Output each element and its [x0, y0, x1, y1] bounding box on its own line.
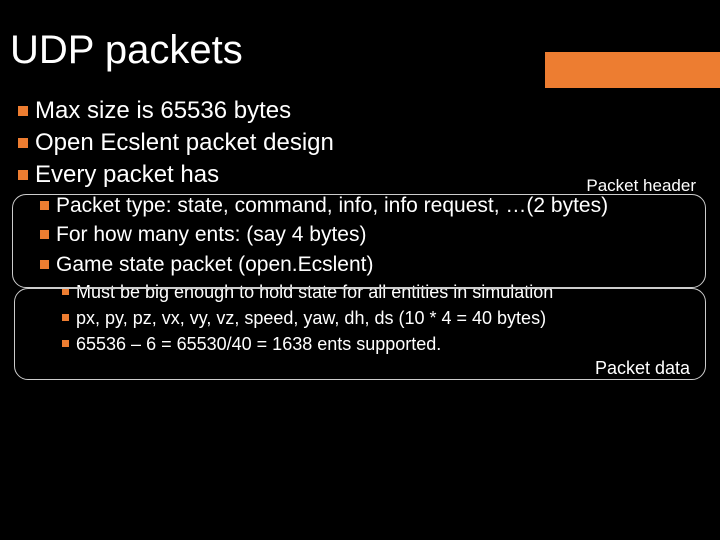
bullet-text: 65536 – 6 = 65530/40 = 1638 ents support… — [76, 332, 702, 356]
bullet-text: Game state packet (open.Ecslent) — [56, 251, 702, 278]
packet-data-label: Packet data — [595, 358, 690, 379]
bullet-square-icon — [62, 288, 69, 295]
bullet-square-icon — [40, 201, 49, 210]
bullet-square-icon — [40, 230, 49, 239]
bullet-square-icon — [62, 314, 69, 321]
bullet-level1: Every packet has — [18, 160, 702, 190]
bullet-level2: For how many ents: (say 4 bytes) — [18, 221, 702, 248]
bullet-level1: Open Ecslent packet design — [18, 128, 702, 158]
bullet-text: For how many ents: (say 4 bytes) — [56, 221, 702, 248]
bullet-level1: Max size is 65536 bytes — [18, 96, 702, 126]
accent-bar — [545, 52, 720, 88]
bullet-level3: px, py, pz, vx, vy, vz, speed, yaw, dh, … — [18, 306, 702, 330]
bullet-square-icon — [18, 170, 28, 180]
slide-title: UDP packets — [10, 28, 243, 73]
bullet-text: Every packet has — [35, 160, 702, 190]
bullet-level3: Must be big enough to hold state for all… — [18, 280, 702, 304]
bullet-square-icon — [62, 340, 69, 347]
bullet-text: Packet type: state, command, info, info … — [56, 192, 702, 219]
bullet-square-icon — [18, 138, 28, 148]
bullet-level3: 65536 – 6 = 65530/40 = 1638 ents support… — [18, 332, 702, 356]
bullet-level2: Game state packet (open.Ecslent) — [18, 251, 702, 278]
bullet-level2: Packet type: state, command, info, info … — [18, 192, 702, 219]
bullet-text: px, py, pz, vx, vy, vz, speed, yaw, dh, … — [76, 306, 702, 330]
bullet-square-icon — [40, 260, 49, 269]
slide-content: Max size is 65536 bytes Open Ecslent pac… — [18, 96, 702, 359]
bullet-text: Must be big enough to hold state for all… — [76, 280, 702, 304]
bullet-text: Open Ecslent packet design — [35, 128, 702, 158]
bullet-text: Max size is 65536 bytes — [35, 96, 702, 126]
bullet-square-icon — [18, 106, 28, 116]
